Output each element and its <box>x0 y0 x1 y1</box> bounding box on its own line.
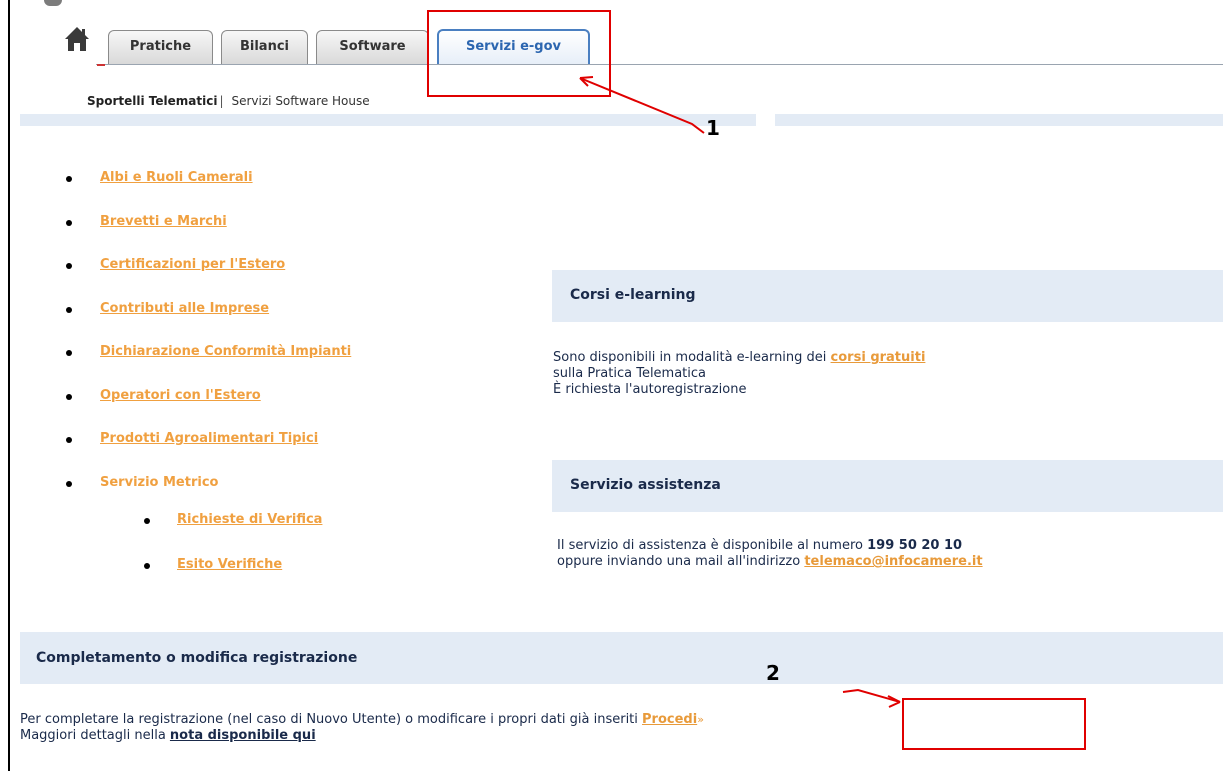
annotation-arrow-1 <box>579 76 705 134</box>
annotation-arrow-2 <box>842 688 901 708</box>
annotation-arrows <box>579 76 901 708</box>
